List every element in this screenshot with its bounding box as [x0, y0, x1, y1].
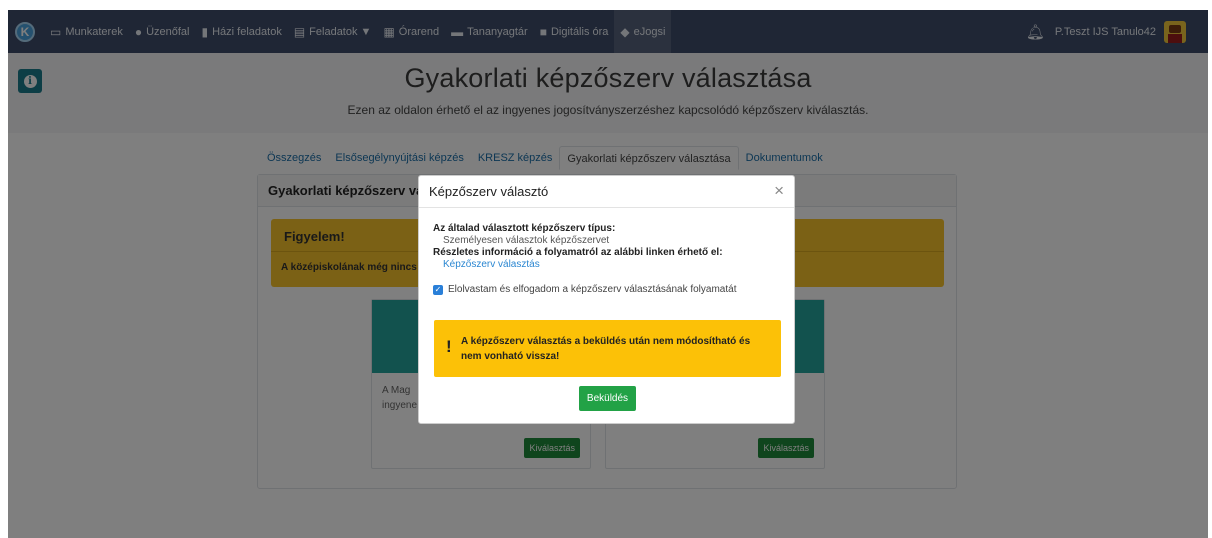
page-frame: K ▭ Munkaterek ● Üzenőfal ▮ Házi feladat…: [8, 10, 1208, 538]
accept-checkbox-row[interactable]: ✓ Elolvastam és elfogadom a képzőszerv v…: [433, 284, 783, 295]
window-edge: [1208, 0, 1212, 538]
info-label: Részletes információ a folyamatról az al…: [433, 247, 723, 258]
modal-header: Képzőszerv választó ×: [419, 176, 794, 208]
selected-type-label: Az általad választott képzőszerv típus:: [433, 223, 616, 234]
info-link[interactable]: Képzőszerv választás: [433, 258, 783, 271]
training-provider-modal: Képzőszerv választó × Az általad választ…: [418, 175, 795, 424]
modal-body: Az általad választott képzőszerv típus: …: [433, 223, 783, 295]
checkmark-icon[interactable]: ✓: [433, 284, 443, 295]
submit-button[interactable]: Beküldés: [579, 386, 636, 411]
modal-title: Képzőszerv választó: [429, 184, 549, 199]
accept-checkbox-label[interactable]: Elolvastam és elfogadom a képzőszerv vál…: [448, 284, 736, 295]
exclamation-icon: !: [446, 337, 452, 356]
close-icon[interactable]: ×: [774, 182, 784, 199]
irreversible-warning: ! A képzőszerv választás a beküldés után…: [434, 320, 781, 377]
warning-text: A képzőszerv választás a beküldés után n…: [461, 336, 751, 362]
selected-type-value: Személyesen választok képzőszervet: [443, 235, 610, 246]
